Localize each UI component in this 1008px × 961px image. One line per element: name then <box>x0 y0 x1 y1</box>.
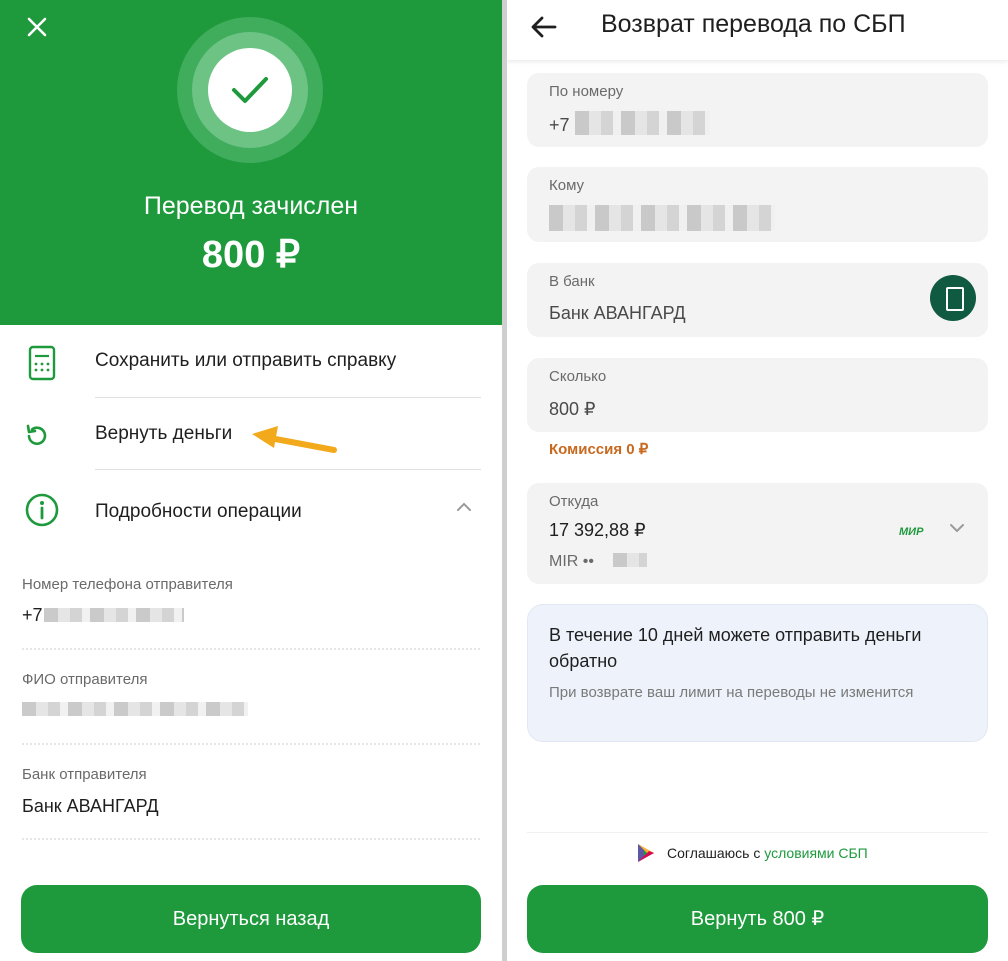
sbp-terms-link[interactable]: условиями СБП <box>764 845 868 861</box>
back-button[interactable]: Вернуться назад <box>21 885 481 953</box>
close-icon <box>27 17 47 37</box>
masked-name <box>549 205 775 231</box>
info-title: В течение 10 дней можете отправить деньг… <box>549 625 922 671</box>
masked-name <box>22 702 248 716</box>
sender-bank-value: Банк АВАНГАРД <box>22 796 159 816</box>
operation-details-label: Подробности операции <box>95 501 302 522</box>
bank-logo-icon <box>930 275 976 321</box>
check-icon <box>232 77 268 103</box>
chevron-down-icon[interactable] <box>947 518 967 538</box>
divider <box>527 832 988 833</box>
commission-text: Комиссия 0 ₽ <box>549 441 649 458</box>
sender-phone-value: +7 <box>22 605 43 625</box>
bank-field-value: Банк АВАНГАРД <box>549 303 686 323</box>
operation-details-toggle[interactable]: Подробности операции <box>0 470 502 550</box>
page-title: Возврат перевода по СБП <box>601 10 906 38</box>
bank-field-label: В банк <box>549 273 595 290</box>
transfer-amount: 800 ₽ <box>201 234 301 276</box>
phone-field[interactable]: По номеру +7 <box>527 73 988 147</box>
return-money-action[interactable]: Вернуть деньги <box>0 398 502 470</box>
chevron-up-icon <box>457 502 471 511</box>
success-title: Перевод зачислен <box>143 192 359 220</box>
sbp-return-screen: Возврат перевода по СБП По номеру +7 Ком… <box>507 0 1008 961</box>
pointer-arrow-icon <box>252 426 337 453</box>
mir-logo: МИР <box>899 526 924 538</box>
success-header: Перевод зачислен 800 ₽ <box>0 0 502 325</box>
recipient-field-label: Кому <box>549 177 585 194</box>
sbp-logo-icon <box>638 844 654 862</box>
amount-field-label: Сколько <box>549 368 607 385</box>
close-button[interactable] <box>20 10 54 44</box>
divider <box>22 648 480 650</box>
amount-field-value: 800 ₽ <box>549 399 596 419</box>
refresh-icon <box>26 424 47 445</box>
source-card: MIR •• <box>549 553 594 570</box>
return-money-label: Вернуть деньги <box>95 423 233 444</box>
info-notice: В течение 10 дней можете отправить деньг… <box>527 604 988 742</box>
save-receipt-action[interactable]: Сохранить или отправить справку <box>0 325 502 397</box>
recipient-field[interactable]: Кому <box>527 167 988 242</box>
sender-name-label: ФИО отправителя <box>22 671 148 688</box>
bank-field[interactable]: В банк Банк АВАНГАРД <box>527 263 988 337</box>
phone-field-label: По номеру <box>549 83 624 100</box>
phone-field-value: +7 <box>549 115 570 135</box>
back-arrow-icon[interactable] <box>529 12 559 42</box>
divider <box>22 743 480 745</box>
receipt-icon <box>28 345 56 381</box>
info-text: При возврате ваш лимит на переводы не из… <box>549 684 914 701</box>
divider <box>22 838 480 840</box>
return-submit-button[interactable]: Вернуть 800 ₽ <box>527 885 988 953</box>
agreement-text: Соглашаюсь с условиями СБП <box>667 845 868 861</box>
info-icon <box>25 493 59 527</box>
source-field-label: Откуда <box>549 493 599 510</box>
amount-field[interactable]: Сколько 800 ₽ <box>527 358 988 432</box>
masked-phone <box>575 111 710 135</box>
transfer-success-screen: Перевод зачислен 800 ₽ Сохранить или отп… <box>0 0 502 961</box>
masked-phone <box>44 608 184 622</box>
sender-bank-label: Банк отправителя <box>22 766 147 783</box>
top-bar: Возврат перевода по СБП <box>507 0 1008 60</box>
save-receipt-label: Сохранить или отправить справку <box>95 350 397 371</box>
masked-card-digits <box>613 553 647 567</box>
sender-phone-label: Номер телефона отправителя <box>22 576 233 593</box>
source-balance: 17 392,88 ₽ <box>549 520 646 540</box>
